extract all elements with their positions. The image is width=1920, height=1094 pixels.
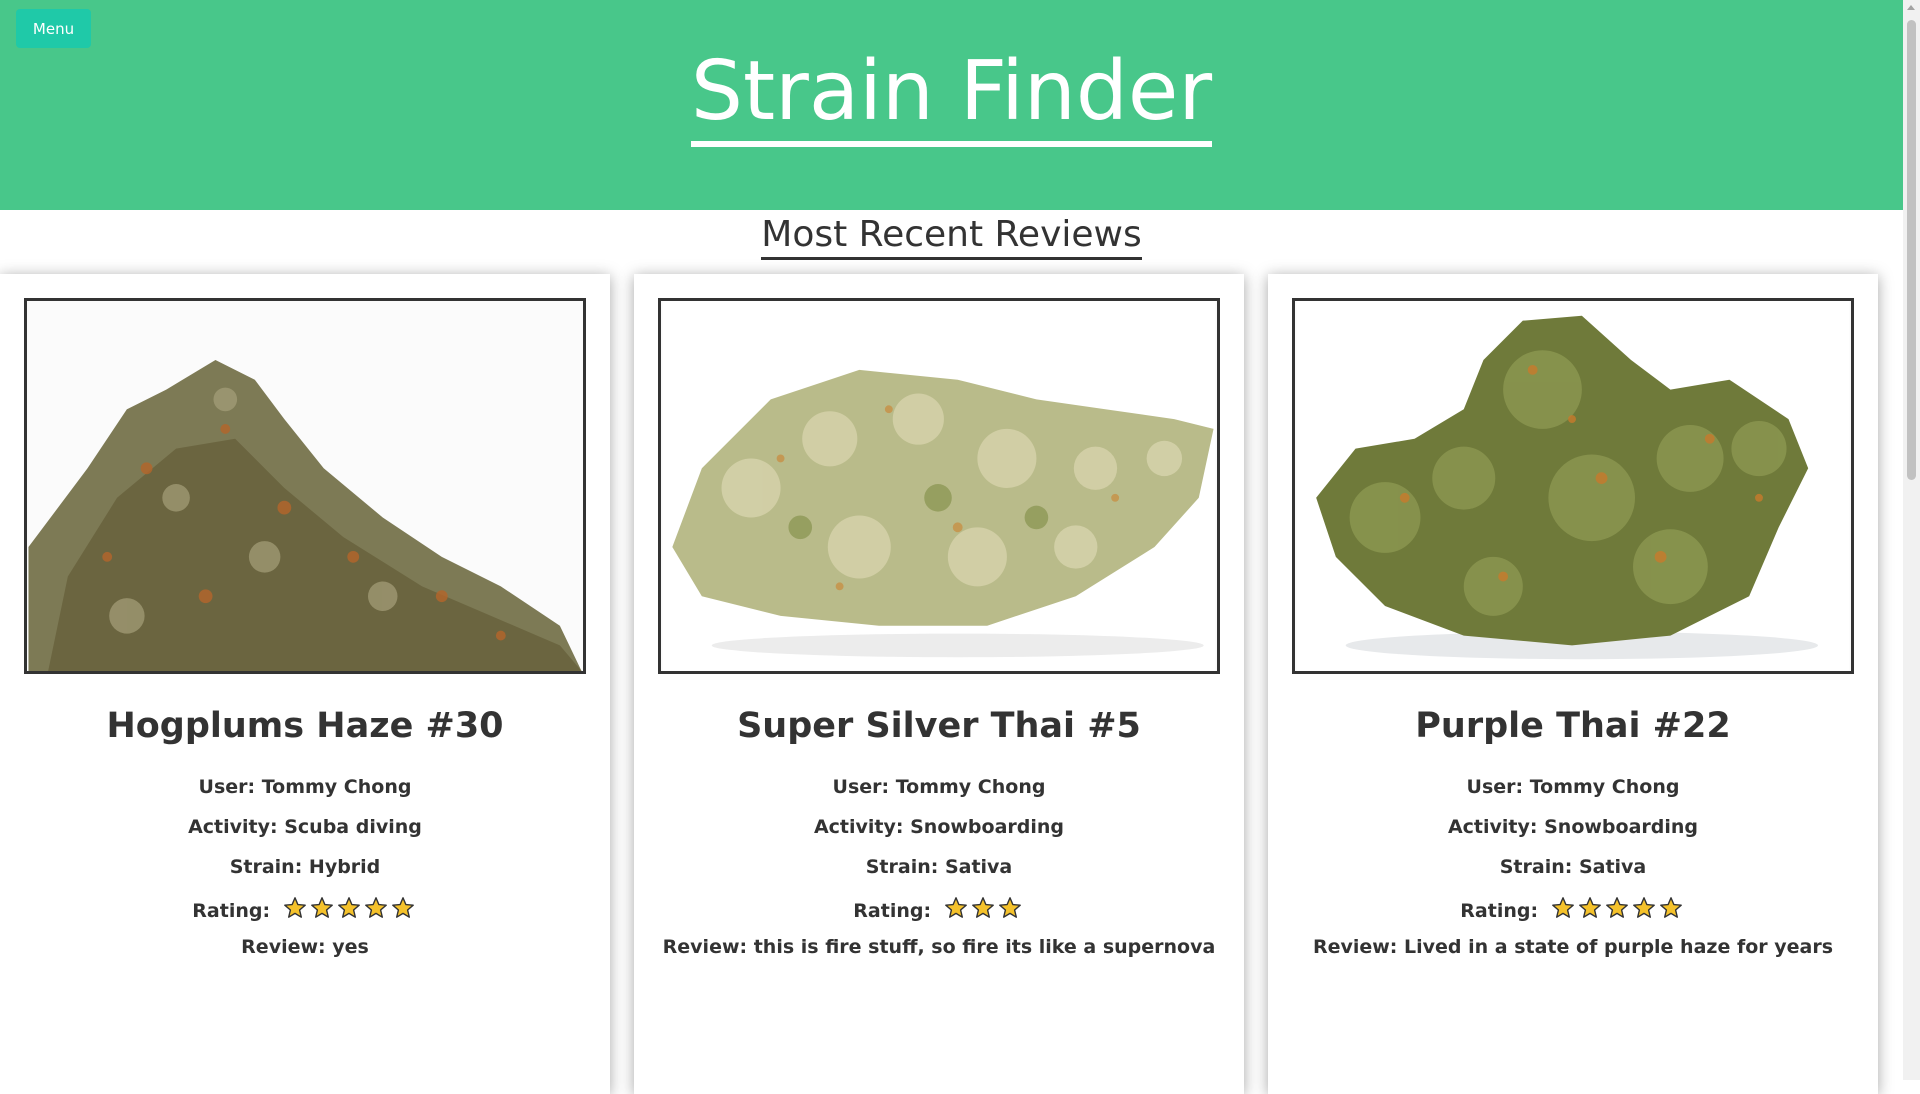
review-text: Review: Lived in a state of purple haze … [1312, 936, 1834, 958]
review-rating: Rating: [634, 896, 1244, 925]
rating-stars [1551, 896, 1686, 925]
rating-stars [944, 896, 1025, 925]
star-icon [1551, 897, 1574, 918]
review-rating: Rating: [1268, 896, 1878, 925]
review-activity: Activity: Snowboarding [1447, 816, 1699, 838]
section-title: Most Recent Reviews [0, 214, 1903, 260]
star-icon [337, 897, 360, 918]
cannabis-bud-image [1296, 301, 1850, 671]
review-user: User: Tommy Chong [198, 776, 412, 798]
site-title-link[interactable]: Strain Finder [690, 44, 1213, 147]
strain-name: Purple Thai #22 [1415, 706, 1731, 746]
review-card: Purple Thai #22 User: Tommy Chong Activi… [1268, 274, 1878, 1094]
star-icon [310, 897, 333, 918]
strain-photo [1292, 298, 1854, 674]
review-strain: Strain: Sativa [1499, 856, 1647, 878]
site-header: Menu Strain Finder [0, 0, 1903, 210]
rating-label: Rating: [192, 900, 271, 922]
review-card: Hogplums Haze #30 User: Tommy Chong Acti… [0, 274, 610, 1094]
cannabis-bud-image [28, 301, 582, 671]
review-user: User: Tommy Chong [832, 776, 1046, 798]
scroll-up-icon[interactable] [1907, 5, 1915, 10]
star-icon [283, 897, 306, 918]
review-strain: Strain: Sativa [865, 856, 1013, 878]
star-icon [944, 897, 967, 918]
page-scrollbar[interactable] [1903, 0, 1920, 1080]
cannabis-bud-image [662, 301, 1216, 671]
star-icon [1605, 897, 1628, 918]
review-activity: Activity: Scuba diving [188, 816, 422, 838]
star-icon [364, 897, 387, 918]
strain-name: Super Silver Thai #5 [737, 706, 1141, 746]
rating-label: Rating: [1460, 900, 1539, 922]
star-icon [1578, 897, 1601, 918]
star-icon [391, 897, 414, 918]
strain-photo [24, 298, 586, 674]
menu-button[interactable]: Menu [16, 9, 91, 48]
rating-label: Rating: [853, 900, 932, 922]
review-text: Review: this is fire stuff, so fire its … [662, 936, 1216, 958]
star-icon [1632, 897, 1655, 918]
review-strain: Strain: Hybrid [229, 856, 381, 878]
review-card: Super Silver Thai #5 User: Tommy Chong A… [634, 274, 1244, 1094]
section-title-text: Most Recent Reviews [761, 214, 1142, 260]
site-title: Strain Finder [0, 44, 1903, 147]
star-icon [1659, 897, 1682, 918]
review-user: User: Tommy Chong [1466, 776, 1680, 798]
strain-photo [658, 298, 1220, 674]
strain-name: Hogplums Haze #30 [106, 706, 504, 746]
rating-stars [283, 896, 418, 925]
star-icon [971, 897, 994, 918]
review-rating: Rating: [0, 896, 610, 925]
scrollbar-thumb[interactable] [1907, 20, 1916, 480]
review-activity: Activity: Snowboarding [813, 816, 1065, 838]
star-icon [998, 897, 1021, 918]
review-text: Review: yes [241, 936, 369, 958]
